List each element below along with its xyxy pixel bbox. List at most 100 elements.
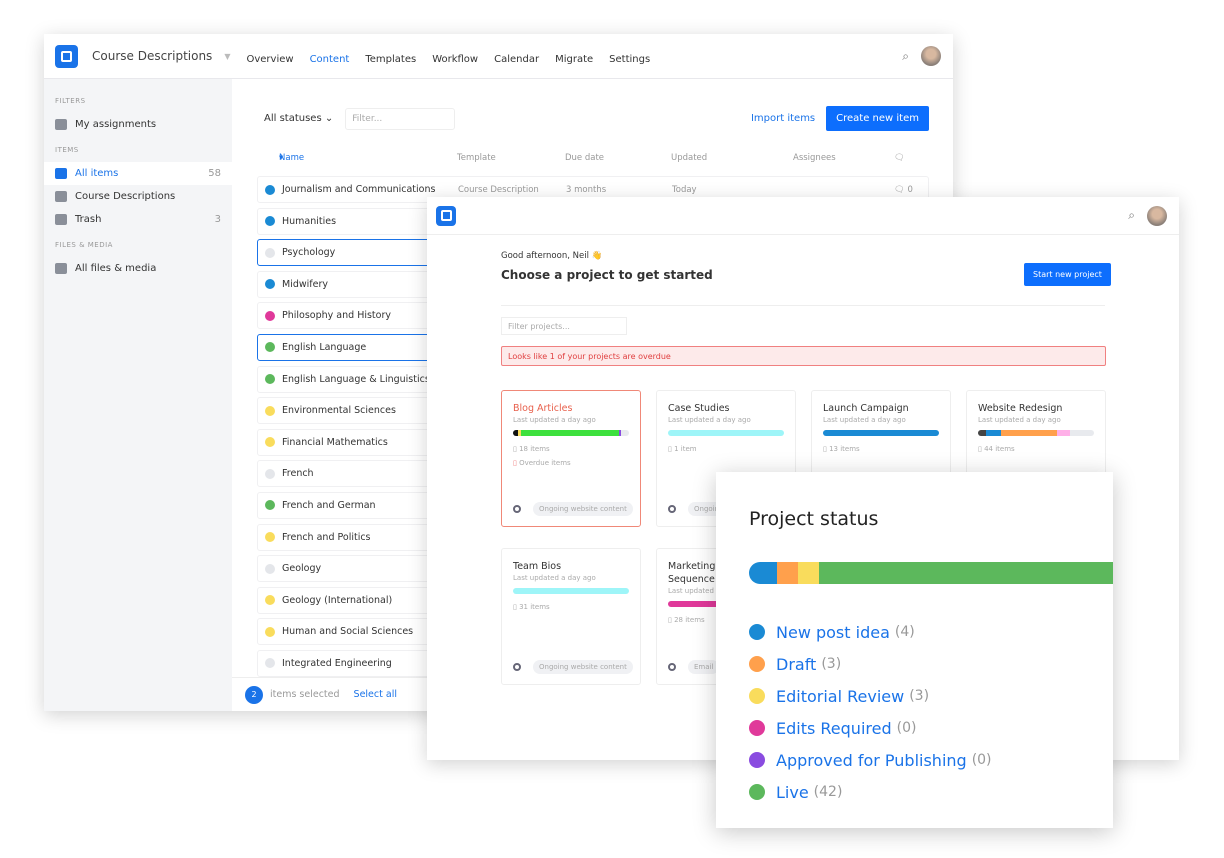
item-count-text: 13 items — [829, 445, 860, 453]
item-name: Geology (International) — [282, 594, 393, 606]
search-icon[interactable]: ⌕ — [902, 49, 909, 64]
panel-title: Project status — [749, 508, 879, 530]
status-count: (0) — [896, 720, 917, 736]
tab-migrate[interactable]: Migrate — [555, 54, 593, 65]
status-dot — [265, 374, 275, 385]
trash-icon — [55, 214, 67, 225]
count: 3 — [214, 214, 221, 225]
item-name: Midwifery — [282, 278, 328, 290]
comment-icon: 🗨 — [894, 153, 905, 163]
status-dot — [265, 595, 275, 606]
column-assignees[interactable]: Assignees — [793, 153, 836, 163]
sidebar-item-my-assignments[interactable]: My assignments — [44, 113, 232, 136]
status-label: Approved for Publishing — [776, 750, 967, 770]
legend-item[interactable]: Live (42) — [749, 776, 992, 808]
status-dot — [265, 216, 275, 227]
progress-segment — [618, 430, 621, 436]
page-title: Choose a project to get started — [501, 268, 713, 282]
item-count: ▯ 31 items — [513, 603, 629, 611]
status-count: (4) — [894, 624, 915, 640]
sidebar-item-trash[interactable]: Trash 3 — [44, 208, 232, 231]
filters-heading: FILTERS — [55, 97, 86, 105]
legend-item[interactable]: Approved for Publishing (0) — [749, 744, 992, 776]
status-dot — [265, 247, 275, 258]
progress-segment — [978, 430, 987, 436]
start-new-project-button[interactable]: Start new project — [1024, 263, 1111, 286]
project-tag: Email — [688, 660, 720, 674]
selected-text: items selected — [270, 689, 340, 700]
label: Trash — [75, 214, 102, 225]
tab-settings[interactable]: Settings — [609, 54, 650, 65]
document-icon: ▯ — [513, 445, 517, 453]
chevron-down-icon[interactable]: ▼ — [224, 52, 230, 61]
status-dot — [749, 784, 765, 800]
status-dot — [265, 658, 275, 669]
sidebar: FILTERS My assignments ITEMS All items 58… — [44, 79, 232, 711]
gear-icon[interactable] — [668, 663, 676, 671]
tab-calendar[interactable]: Calendar — [494, 54, 539, 65]
import-items-link[interactable]: Import items — [751, 113, 815, 124]
label: All items — [75, 168, 119, 179]
filter-input[interactable]: Filter... — [345, 107, 456, 130]
status-segment — [749, 562, 777, 584]
status-dot — [265, 342, 275, 353]
status-dot — [265, 437, 275, 448]
label: My assignments — [75, 119, 157, 130]
project-card[interactable]: Team Bios Last updated a day ago ▯ 31 item… — [501, 548, 641, 685]
item-name: Journalism and Communications — [282, 184, 436, 195]
legend-item[interactable]: Editorial Review (3) — [749, 680, 992, 712]
column-name[interactable]: Name ▾ — [279, 153, 304, 163]
avatar[interactable] — [1147, 205, 1167, 226]
create-new-item-button[interactable]: Create new item — [826, 106, 929, 131]
project-tag: Ongoing website content — [533, 660, 633, 674]
select-all-link[interactable]: Select all — [354, 689, 397, 700]
progress-segment — [823, 430, 939, 436]
cell-template: Course Description — [458, 184, 539, 195]
project-card[interactable]: Blog Articles Last updated a day ago ▯ 18 … — [501, 390, 641, 527]
gear-icon[interactable] — [513, 663, 521, 671]
app-logo-icon[interactable] — [55, 44, 78, 68]
sidebar-item-all-items[interactable]: All items 58 — [44, 162, 232, 185]
last-updated: Last updated a day ago — [668, 416, 751, 424]
project-title: Team Bios — [513, 561, 562, 572]
filter-projects-input[interactable]: Filter projects... — [501, 317, 627, 335]
legend-item[interactable]: Edits Required (0) — [749, 712, 992, 744]
comment-count[interactable]: 🗨 0 — [894, 185, 913, 195]
item-name: Human and Social Sciences — [282, 626, 414, 638]
column-due-date[interactable]: Due date — [565, 153, 604, 163]
divider — [501, 305, 1105, 306]
item-name: French — [282, 468, 314, 480]
item-count: ▯ 13 items — [823, 445, 939, 453]
item-count: ▯ 1 item — [668, 445, 784, 453]
item-name: Philosophy and History — [282, 310, 391, 322]
avatar[interactable] — [921, 46, 941, 66]
sidebar-item-course-descriptions[interactable]: Course Descriptions — [44, 185, 232, 208]
legend-item[interactable]: New post idea (4) — [749, 616, 992, 648]
gear-icon[interactable] — [513, 505, 521, 513]
item-name: Humanities — [282, 215, 337, 227]
document-icon: ▯ — [668, 445, 672, 453]
item-count-text: 18 items — [519, 445, 550, 453]
status-segment — [798, 562, 819, 584]
column-template[interactable]: Template — [457, 153, 496, 163]
progress-segment — [986, 430, 1002, 436]
project-switcher[interactable]: Course Descriptions — [92, 49, 212, 63]
greeting: Good afternoon, Neil 👋 — [501, 251, 603, 261]
sidebar-item-all-files[interactable]: All files & media — [44, 257, 232, 280]
project-title: Website Redesign — [978, 403, 1063, 414]
app-logo-icon[interactable] — [436, 205, 456, 226]
search-icon[interactable]: ⌕ — [1128, 208, 1135, 223]
item-name: French and German — [282, 499, 376, 511]
column-updated[interactable]: Updated — [671, 153, 707, 163]
tab-templates[interactable]: Templates — [365, 54, 416, 65]
tab-content[interactable]: Content — [310, 54, 350, 65]
tab-overview[interactable]: Overview — [246, 54, 293, 65]
legend-item[interactable]: Draft (3) — [749, 648, 992, 680]
status-label: Draft — [776, 654, 817, 674]
tab-workflow[interactable]: Workflow — [432, 54, 478, 65]
overdue-alert: Looks like 1 of your projects are overdu… — [501, 346, 1106, 366]
overdue-items: ▯ Overdue items — [513, 459, 629, 467]
label: Course Descriptions — [75, 191, 176, 202]
status-select[interactable]: All statuses ⌄ — [264, 113, 333, 124]
gear-icon[interactable] — [668, 505, 676, 513]
